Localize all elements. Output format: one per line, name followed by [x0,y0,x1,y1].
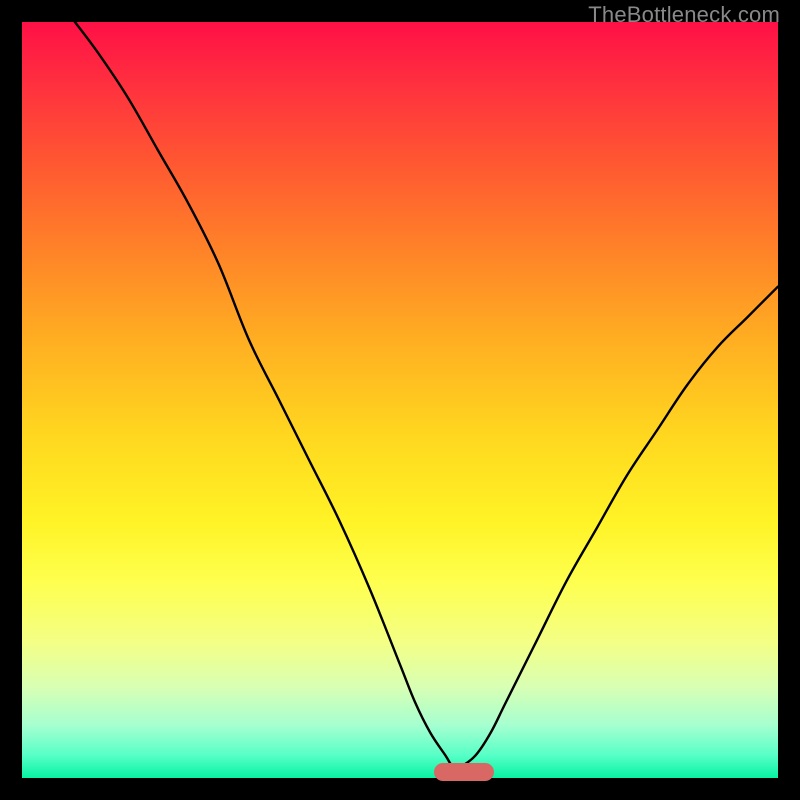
optimal-marker [434,763,494,781]
watermark-text: TheBottleneck.com [588,2,780,28]
chart-container: TheBottleneck.com [0,0,800,800]
plot-area [22,22,778,778]
